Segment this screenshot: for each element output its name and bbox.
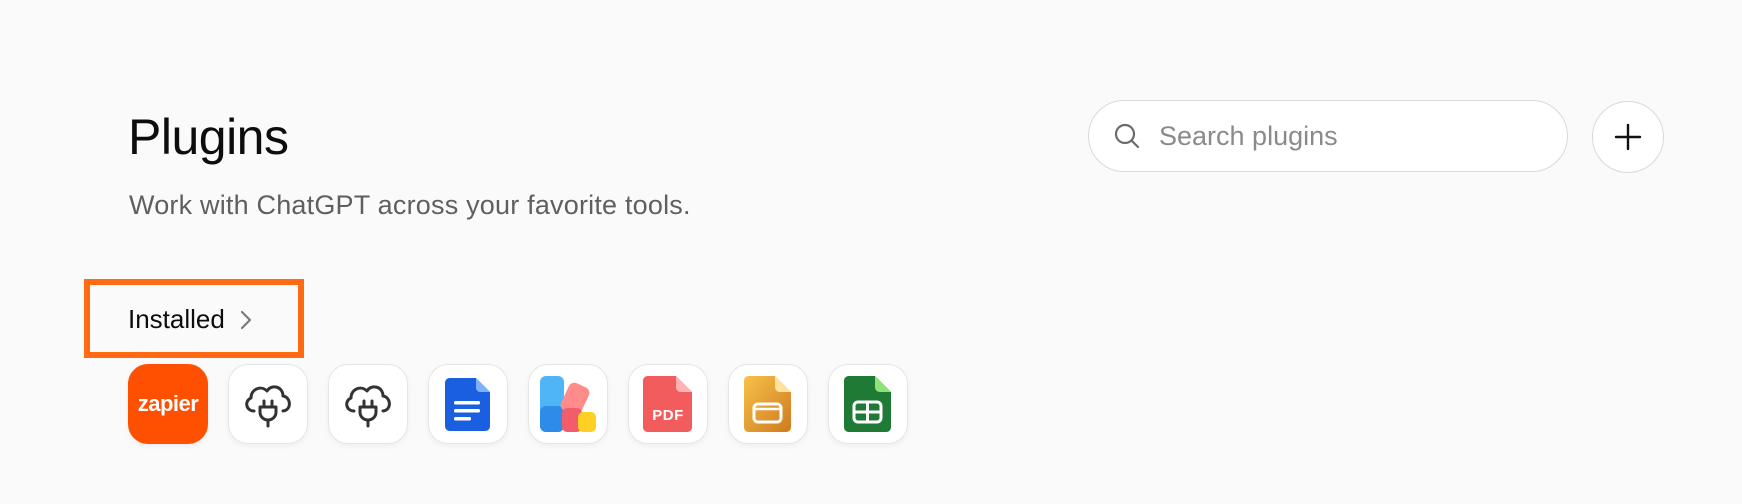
cloud-plug-icon (245, 385, 291, 428)
plugin-cloud-plug[interactable] (228, 364, 308, 444)
search-box[interactable] (1088, 100, 1568, 172)
document-icon (445, 378, 490, 431)
installed-label: Installed (128, 304, 225, 334)
zapier-logo-text: zapier (137, 391, 199, 416)
search-input[interactable] (1159, 120, 1539, 152)
page-title: Plugins (128, 109, 289, 165)
installed-link[interactable]: Installed (128, 304, 253, 335)
slides-icon (744, 376, 791, 432)
add-plugin-button[interactable] (1592, 101, 1664, 173)
plugin-zapier[interactable]: zapier (128, 364, 208, 444)
plugin-docs[interactable] (428, 364, 508, 444)
pdf-icon (643, 376, 692, 432)
sheets-icon (844, 376, 891, 432)
installed-plugins-list: zapier PDF (128, 364, 908, 444)
page-subtitle: Work with ChatGPT across your favorite t… (129, 190, 691, 220)
colorful-blocks-icon (540, 376, 596, 432)
pdf-icon-label: PDF (652, 406, 684, 424)
plugin-sheets[interactable] (828, 364, 908, 444)
plugins-page: Plugins Work with ChatGPT across your fa… (0, 0, 1742, 504)
plus-icon (1614, 123, 1642, 151)
search-icon (1114, 123, 1140, 149)
cloud-plug-icon (345, 385, 391, 428)
plugin-slides[interactable] (728, 364, 808, 444)
plugin-canva[interactable] (528, 364, 608, 444)
plugin-cloud-plug[interactable] (328, 364, 408, 444)
plugin-pdf[interactable]: PDF (628, 364, 708, 444)
chevron-right-icon (240, 310, 251, 329)
